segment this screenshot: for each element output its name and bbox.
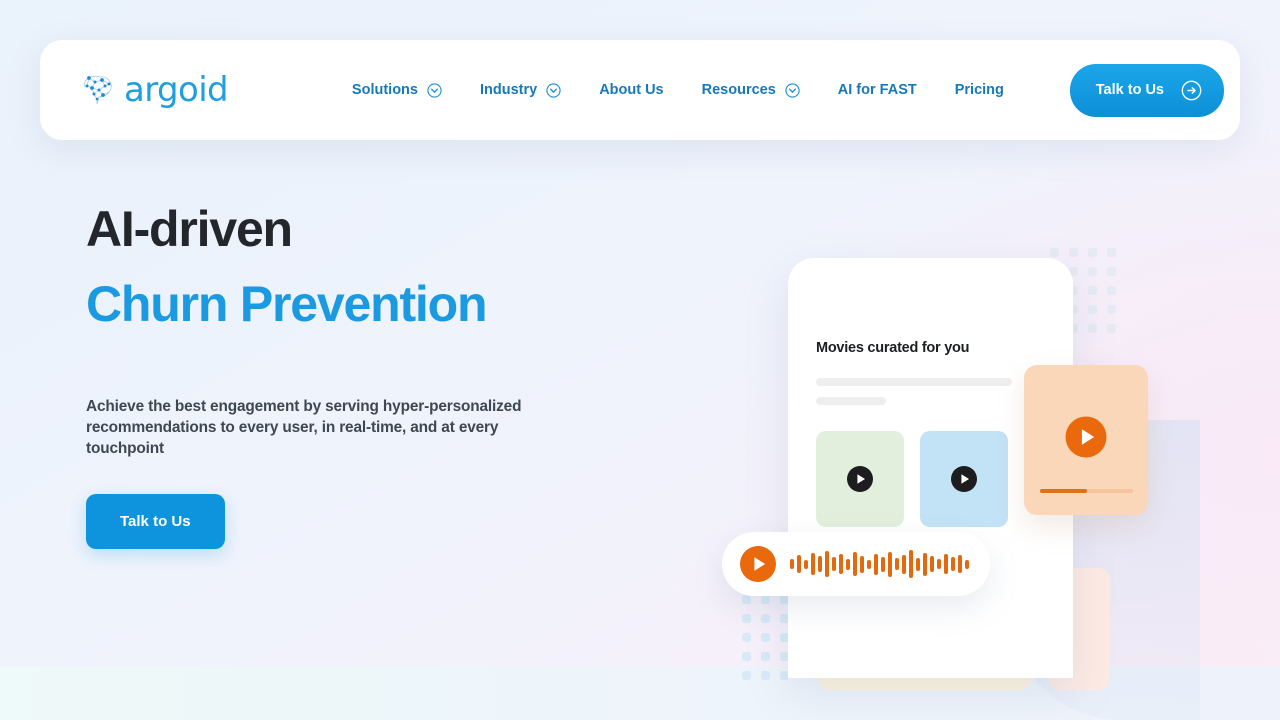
audio-player-widget xyxy=(722,532,990,596)
nav-label: Pricing xyxy=(954,82,1004,98)
nav-label: Resources xyxy=(701,82,776,98)
hero-section: AI-driven Churn Prevention Achieve the b… xyxy=(86,200,686,549)
header-cta-label: Talk to Us xyxy=(1095,82,1164,98)
brand-logo[interactable]: argoid xyxy=(78,70,229,110)
hero-illustration: Movies curated for you xyxy=(700,220,1200,720)
phone-card-row xyxy=(816,431,1045,527)
brand-name: argoid xyxy=(124,70,229,110)
site-header: argoid Solutions Industry About Us Resou… xyxy=(40,40,1240,140)
header-talk-to-us-button[interactable]: Talk to Us xyxy=(1069,63,1224,117)
nav-label: About Us xyxy=(599,82,664,98)
hero-subtext: Achieve the best engagement by serving h… xyxy=(86,398,522,457)
hero-heading-line1: AI-driven xyxy=(86,201,293,257)
audio-waveform xyxy=(790,549,969,579)
skeleton-line-long xyxy=(816,378,1012,386)
play-icon xyxy=(951,466,977,492)
nav-label: Solutions xyxy=(351,82,418,98)
main-navigation: Solutions Industry About Us Resources AI… xyxy=(286,82,1070,98)
chevron-down-circle-icon xyxy=(427,82,442,98)
dot-grid-bottom-left-icon xyxy=(742,595,789,680)
brain-network-icon xyxy=(84,75,112,105)
blue-media-card[interactable] xyxy=(920,431,1008,527)
nav-item-solutions[interactable]: Solutions xyxy=(352,82,442,98)
nav-item-industry[interactable]: Industry xyxy=(480,82,561,98)
nav-item-ai-for-fast[interactable]: AI for FAST xyxy=(838,82,917,98)
hero-talk-to-us-button[interactable]: Talk to Us xyxy=(86,494,225,549)
green-media-card[interactable] xyxy=(816,431,904,527)
nav-item-about-us[interactable]: About Us xyxy=(599,82,663,98)
orange-media-card[interactable] xyxy=(1024,365,1148,515)
play-icon xyxy=(1065,416,1107,458)
play-icon[interactable] xyxy=(740,546,776,582)
arrow-right-circle-icon xyxy=(1181,80,1202,100)
nav-label: AI for FAST xyxy=(837,82,917,98)
nav-label: Industry xyxy=(479,82,538,98)
chevron-down-circle-icon xyxy=(546,82,561,98)
nav-item-pricing[interactable]: Pricing xyxy=(955,82,1004,98)
phone-section-title: Movies curated for you xyxy=(816,340,970,356)
nav-item-resources[interactable]: Resources xyxy=(702,82,800,98)
play-icon xyxy=(847,466,873,492)
skeleton-line-short xyxy=(816,397,886,405)
playback-progress-bar[interactable] xyxy=(1040,489,1133,493)
chevron-down-circle-icon xyxy=(785,82,800,98)
page-background: argoid Solutions Industry About Us Resou… xyxy=(0,0,1280,720)
hero-heading-line2: Churn Prevention xyxy=(86,276,487,332)
